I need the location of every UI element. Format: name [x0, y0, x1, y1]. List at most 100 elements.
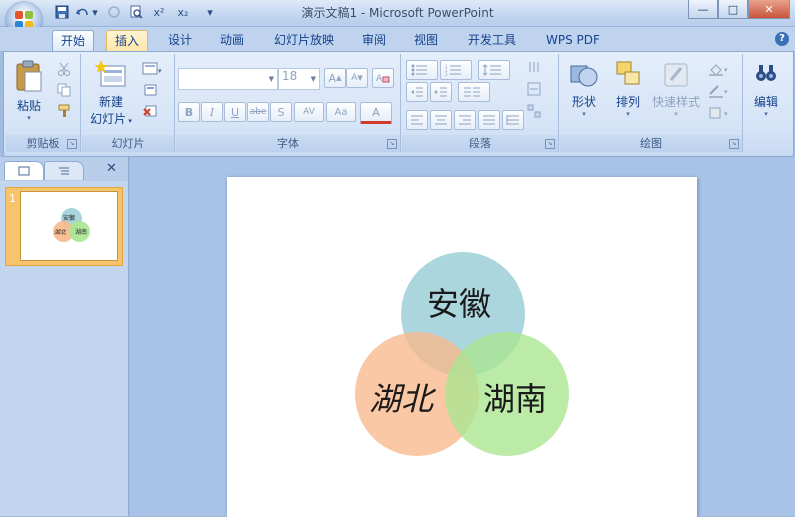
change-case-button[interactable]: Aa — [326, 102, 356, 122]
redo-icon[interactable] — [106, 4, 122, 20]
format-painter-icon[interactable] — [54, 102, 74, 120]
shapes-button[interactable]: 形状 ▾ — [564, 60, 604, 118]
editing-button[interactable]: 编辑 ▾ — [746, 60, 786, 118]
clear-formatting-icon[interactable]: A — [372, 68, 394, 88]
character-spacing-button[interactable]: AV — [294, 102, 324, 122]
columns-icon[interactable] — [458, 82, 490, 102]
increase-indent-icon[interactable] — [430, 82, 452, 102]
paste-label: 粘贴 — [16, 99, 41, 113]
strikethrough-button[interactable]: abe — [247, 102, 269, 122]
cut-icon[interactable] — [54, 60, 74, 78]
tab-slideshow[interactable]: 幻灯片放映 — [266, 30, 342, 50]
customize-qat-icon[interactable]: ▾ — [204, 4, 216, 20]
slides-panel: ✕ 1 安徽 湖北 湖南 — [0, 157, 129, 516]
grow-font-label: A — [328, 71, 337, 85]
arrange-icon — [616, 61, 640, 85]
tab-insert[interactable]: 插入 — [106, 30, 149, 51]
decrease-indent-icon[interactable] — [406, 82, 428, 102]
arrange-button[interactable]: 排列 ▾ — [608, 60, 648, 118]
tab-wps-pdf[interactable]: WPS PDF — [538, 30, 608, 50]
svg-text:3: 3 — [445, 72, 448, 76]
text-direction-icon[interactable] — [524, 58, 544, 76]
tab-review[interactable]: 审阅 — [354, 30, 394, 50]
title-bar: 演示文稿1 - Microsoft PowerPoint ▾ x² x₂ ▾ —… — [0, 0, 795, 27]
undo-icon[interactable] — [74, 4, 90, 20]
close-panel-icon[interactable]: ✕ — [106, 161, 117, 176]
close-button[interactable]: ✕ — [748, 0, 790, 19]
font-size-dropdown[interactable]: 18 ▼ — [278, 68, 320, 90]
svg-text:▾: ▾ — [158, 67, 162, 75]
clipboard-group: 粘贴 ▾ 剪贴板 ↘ — [6, 54, 81, 152]
label-anhui[interactable]: 安徽 — [427, 279, 491, 325]
tab-design[interactable]: 设计 — [160, 30, 200, 50]
paragraph-launcher-icon[interactable]: ↘ — [545, 139, 555, 149]
slide-thumbnail-icon — [18, 166, 30, 176]
tab-animations[interactable]: 动画 — [212, 30, 252, 50]
tab-developer[interactable]: 开发工具 — [460, 30, 524, 50]
paste-icon — [16, 60, 42, 92]
editing-group: 编辑 ▾ — [744, 54, 788, 152]
bold-button[interactable]: B — [178, 102, 200, 122]
tab-slides-thumbnails[interactable] — [4, 161, 44, 180]
undo-dropdown-icon[interactable]: ▾ — [90, 4, 100, 20]
quick-styles-label: 快速样式 — [651, 95, 700, 109]
distributed-icon[interactable] — [502, 110, 524, 130]
numbering-icon[interactable]: 123 — [440, 60, 472, 80]
new-slide-button[interactable]: 新建 幻灯片 ▾ — [86, 60, 136, 127]
tab-outline[interactable] — [44, 161, 84, 180]
shapes-label: 形状 — [571, 95, 596, 109]
align-left-icon[interactable] — [406, 110, 428, 130]
font-size-value: 18 — [282, 69, 298, 83]
tab-home[interactable]: 开始 — [52, 30, 95, 51]
drawing-launcher-icon[interactable]: ↘ — [729, 139, 739, 149]
justify-icon[interactable] — [478, 110, 500, 130]
shapes-icon — [570, 65, 598, 87]
save-icon[interactable] — [54, 4, 70, 20]
subscript-button[interactable]: x₂ — [174, 4, 192, 20]
font-name-dropdown-icon: ▼ — [268, 75, 274, 83]
quick-styles-button[interactable]: 快速样式 ▾ — [650, 60, 702, 118]
font-color-button[interactable]: A — [360, 102, 392, 124]
ribbon: 粘贴 ▾ 剪贴板 ↘ 新建 幻灯片 ▾ ▾ 幻灯片 ▼ 18 ▼ A ▲ A ▼… — [3, 51, 794, 157]
paste-button[interactable]: 粘贴 ▾ — [10, 60, 48, 122]
slide-thumbnail[interactable]: 安徽 湖北 湖南 — [20, 191, 118, 261]
binoculars-icon — [756, 65, 776, 81]
svg-text:A: A — [376, 74, 383, 84]
delete-slide-icon[interactable] — [140, 102, 160, 120]
layout-icon[interactable]: ▾ — [140, 60, 164, 78]
font-size-dropdown-icon: ▼ — [310, 75, 316, 83]
font-launcher-icon[interactable]: ↘ — [387, 139, 397, 149]
tab-view[interactable]: 视图 — [406, 30, 446, 50]
font-name-dropdown[interactable]: ▼ — [178, 68, 278, 90]
align-text-icon[interactable] — [524, 80, 544, 98]
maximize-button[interactable]: □ — [718, 0, 748, 19]
superscript-button[interactable]: x² — [150, 4, 168, 20]
quick-styles-icon — [664, 63, 688, 87]
panel-tabs: ✕ — [0, 157, 128, 181]
line-spacing-icon[interactable] — [478, 60, 510, 80]
align-center-icon[interactable] — [430, 110, 452, 130]
label-hunan[interactable]: 湖南 — [483, 374, 547, 420]
clipboard-launcher-icon[interactable]: ↘ — [67, 139, 77, 149]
help-icon[interactable]: ? — [775, 32, 789, 46]
italic-button[interactable]: I — [201, 102, 223, 122]
font-group: ▼ 18 ▼ A ▲ A ▼ A B I U abe S AV Aa A 字体 ↘ — [176, 54, 401, 152]
print-preview-icon[interactable] — [128, 4, 144, 20]
copy-icon[interactable] — [54, 81, 74, 99]
slide-canvas[interactable]: 安徽 湖北 湖南 — [227, 177, 697, 517]
convert-smartart-icon[interactable] — [524, 102, 544, 120]
reset-slide-icon[interactable] — [140, 81, 160, 99]
grow-font-button[interactable]: A ▲ — [324, 68, 346, 88]
slides-group-label: 幻灯片 — [82, 135, 174, 152]
shrink-font-button[interactable]: A ▼ — [346, 68, 368, 88]
text-shadow-button[interactable]: S — [270, 102, 292, 122]
align-right-icon[interactable] — [454, 110, 476, 130]
shape-effects-icon[interactable]: ▾ — [706, 104, 732, 122]
minimize-button[interactable]: — — [688, 0, 718, 19]
underline-button[interactable]: U — [224, 102, 246, 122]
shape-outline-icon[interactable]: ▾ — [706, 82, 732, 100]
slides-group: 新建 幻灯片 ▾ ▾ 幻灯片 — [82, 54, 175, 152]
bullets-icon[interactable] — [406, 60, 438, 80]
shape-fill-icon[interactable]: ▾ — [706, 60, 732, 78]
label-hubei[interactable]: 湖北 — [369, 374, 433, 420]
